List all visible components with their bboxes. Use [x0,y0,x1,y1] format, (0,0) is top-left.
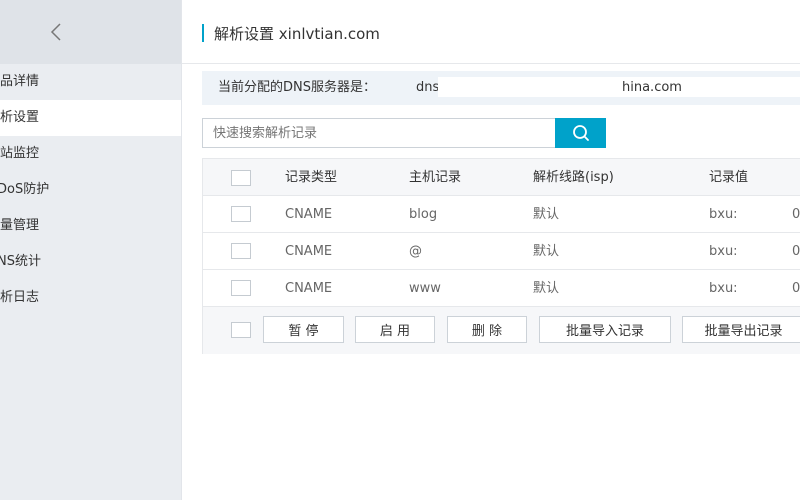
sidebar-item-label: 解析设置 [0,110,40,125]
sidebar-item-label: 流量管理 [0,218,40,233]
search-button[interactable] [555,118,606,148]
sidebar-item-label: 解析日志 [0,290,40,305]
record-type: CNAME [285,244,333,259]
record-extra: 0 [792,244,800,259]
record-extra: 0 [792,207,800,222]
record-value: bxu: [709,244,738,259]
sidebar-item-label: 产品详情 [0,74,40,89]
redaction-mask [438,77,800,97]
sidebar: 产品详情 解析设置 网站监控 DDoS防护 流量管理 DNS统计 解析日志 [0,0,181,500]
table-row: CNAME blog 默认 bxu: 0 [203,196,800,233]
sidebar-item-label: DDoS防护 [0,182,50,197]
table-row: CNAME @ 默认 bxu: 0 [203,233,800,270]
bulk-export-button[interactable]: 批量导出记录 [682,316,800,343]
sidebar-item-dns-log[interactable]: 解析日志 [0,280,181,316]
sidebar-item-ddos[interactable]: DDoS防护 [0,172,181,208]
table-row: CNAME www 默认 bxu: 0 [203,270,800,307]
title-accent-bar [202,24,204,42]
record-line: 默认 [533,244,560,259]
record-value: bxu: [709,281,738,296]
notice-server-suffix: hina.com [622,80,682,95]
record-host: www [409,281,441,296]
enable-button[interactable]: 启 用 [355,316,435,343]
record-host: blog [409,207,438,222]
table-header-row: 记录类型 主机记录 解析线路(isp) 记录值 [203,159,800,196]
pause-button[interactable]: 暂 停 [263,316,344,343]
column-header-value: 记录值 [709,170,749,185]
sidebar-header [0,0,181,64]
record-extra: 0 [792,281,800,296]
select-all-checkbox[interactable] [231,170,251,186]
sidebar-item-label: DNS统计 [0,254,41,269]
bulk-import-button[interactable]: 批量导入记录 [539,316,671,343]
record-line: 默认 [533,207,560,222]
search-icon [572,125,589,141]
records-table: 记录类型 主机记录 解析线路(isp) 记录值 CNAME blog 默认 bx… [202,158,800,354]
select-all-footer-checkbox[interactable] [231,322,251,338]
sidebar-item-dns-settings[interactable]: 解析设置 [0,100,181,136]
record-type: CNAME [285,207,333,222]
record-type: CNAME [285,281,333,296]
sidebar-item-dns-stats[interactable]: DNS统计 [0,244,181,280]
table-actions-row: 暂 停 启 用 删 除 批量导入记录 批量导出记录 [203,307,800,354]
sidebar-item-traffic[interactable]: 流量管理 [0,208,181,244]
chevron-left-icon[interactable] [46,20,66,44]
notice-label: 当前分配的DNS服务器是： [218,80,376,95]
page-title: 解析设置 xinlvtian.com [214,25,380,43]
record-line: 默认 [533,281,560,296]
dns-server-notice: 当前分配的DNS服务器是： dns hina.com [202,71,800,105]
record-host: @ [409,244,422,259]
record-value: bxu: [709,207,738,222]
sidebar-item-site-monitor[interactable]: 网站监控 [0,136,181,172]
column-header-line: 解析线路(isp) [533,170,614,185]
notice-server-prefix: dns [416,80,440,95]
sidebar-item-product-details[interactable]: 产品详情 [0,64,181,100]
column-header-type: 记录类型 [285,170,338,185]
delete-button[interactable]: 删 除 [447,316,527,343]
sidebar-divider [181,0,182,500]
search-input[interactable] [202,118,556,148]
row-checkbox[interactable] [231,243,251,259]
row-checkbox[interactable] [231,280,251,296]
row-checkbox[interactable] [231,206,251,222]
column-header-host: 主机记录 [409,170,462,185]
sidebar-item-label: 网站监控 [0,146,40,161]
